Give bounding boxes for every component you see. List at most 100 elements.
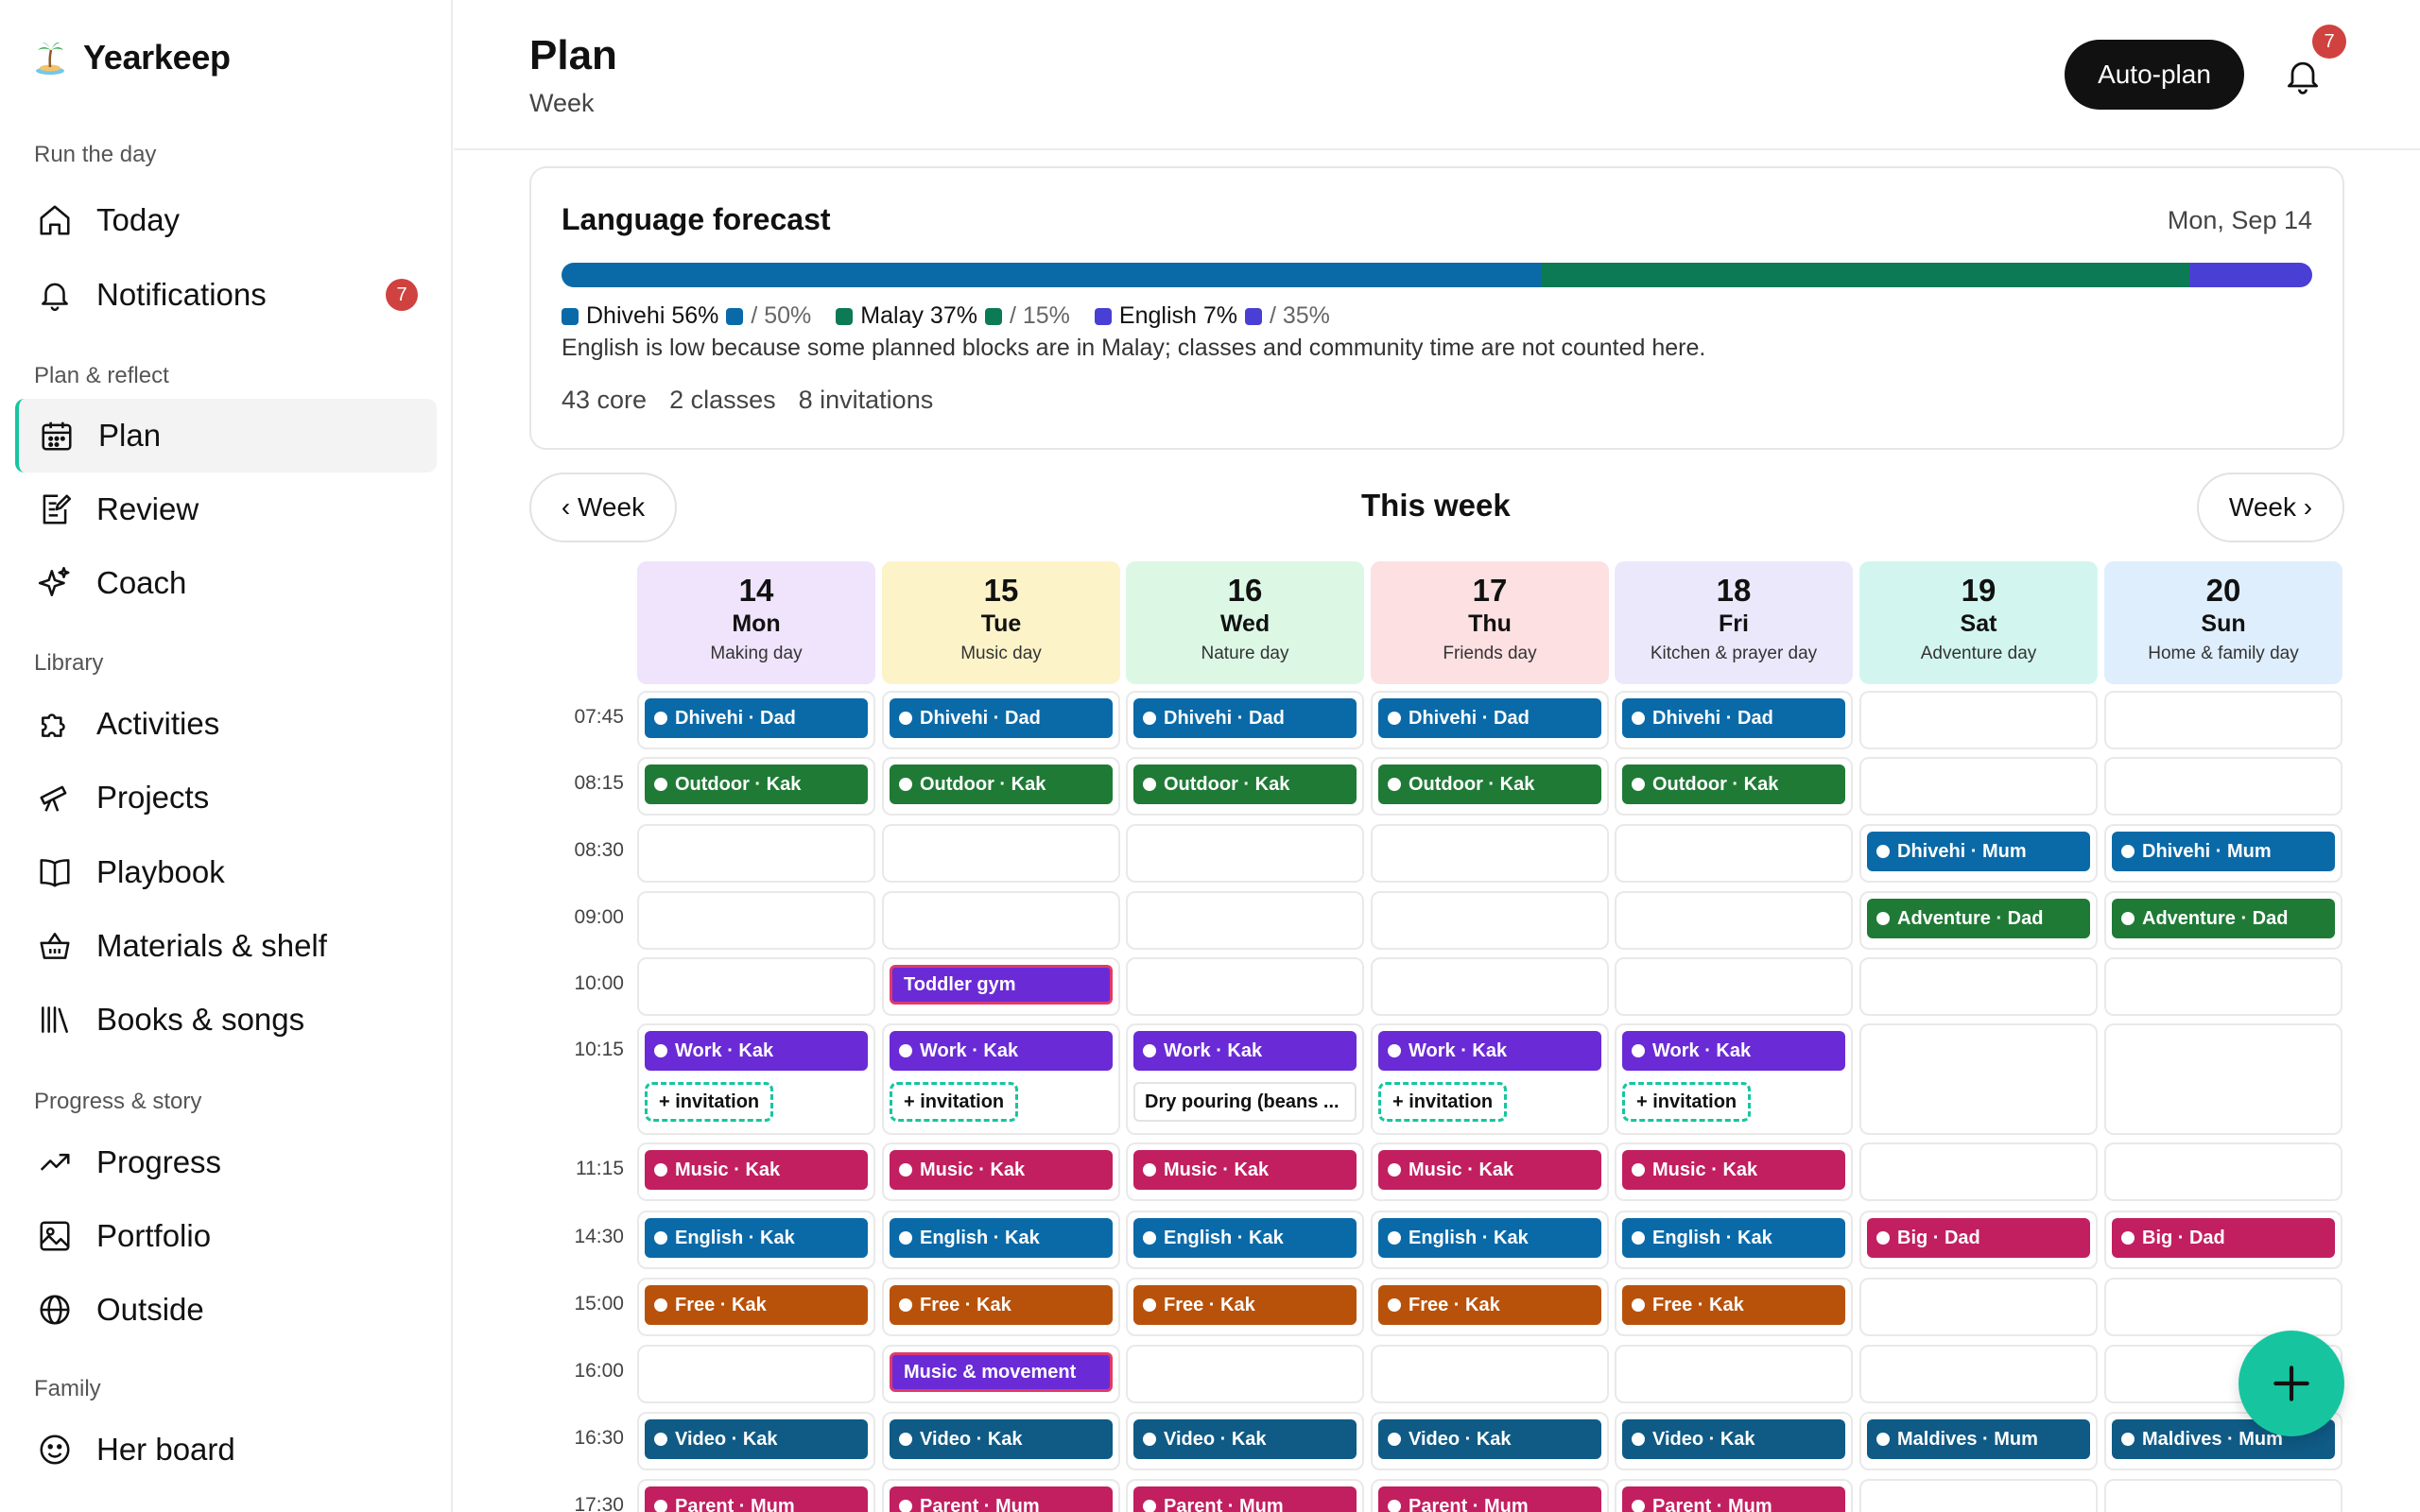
time-slot-cell[interactable] bbox=[1859, 1345, 2098, 1403]
day-header-thu[interactable]: 17 Thu Friends day bbox=[1371, 561, 1609, 684]
time-slot-cell[interactable]: Music · Kak bbox=[1371, 1143, 1609, 1201]
time-slot-cell[interactable]: Work · Kak + invitation bbox=[882, 1023, 1120, 1135]
activity-block[interactable]: Work · Kak bbox=[1622, 1031, 1845, 1071]
activity-block[interactable]: Outdoor · Kak bbox=[1378, 765, 1601, 804]
time-slot-cell[interactable] bbox=[1615, 891, 1853, 950]
add-button[interactable] bbox=[2238, 1331, 2344, 1436]
nav-item-today[interactable]: Today bbox=[15, 183, 437, 257]
time-slot-cell[interactable]: Maldives · Mum bbox=[1859, 1412, 2098, 1470]
day-header-sun[interactable]: 20 Sun Home & family day bbox=[2104, 561, 2342, 684]
nav-item-projects[interactable]: Projects bbox=[15, 761, 437, 834]
time-slot-cell[interactable] bbox=[1859, 691, 2098, 749]
time-slot-cell[interactable] bbox=[2104, 1278, 2342, 1336]
activity-block[interactable]: Work · Kak bbox=[890, 1031, 1113, 1071]
activity-block[interactable]: Video · Kak bbox=[1378, 1419, 1601, 1459]
nav-item-progress[interactable]: Progress bbox=[15, 1125, 437, 1199]
class-block[interactable]: Music & movement bbox=[890, 1352, 1113, 1392]
time-slot-cell[interactable] bbox=[1859, 1479, 2098, 1512]
time-slot-cell[interactable]: Dhivehi · Mum bbox=[2104, 824, 2342, 883]
nav-item-notifications[interactable]: Notifications 7 bbox=[15, 258, 437, 332]
time-slot-cell[interactable] bbox=[1859, 957, 2098, 1016]
class-block[interactable]: Toddler gym bbox=[890, 965, 1113, 1005]
time-slot-cell[interactable] bbox=[637, 1345, 875, 1403]
nav-item-activities[interactable]: Activities bbox=[15, 687, 437, 761]
activity-block[interactable]: Adventure · Dad bbox=[1867, 899, 2090, 938]
time-slot-cell[interactable]: Free · Kak bbox=[1371, 1278, 1609, 1336]
activity-block[interactable]: English · Kak bbox=[1622, 1218, 1845, 1258]
time-slot-cell[interactable]: Dhivehi · Mum bbox=[1859, 824, 2098, 883]
activity-block[interactable]: Work · Kak bbox=[645, 1031, 868, 1071]
time-slot-cell[interactable]: Dhivehi · Dad bbox=[882, 691, 1120, 749]
activity-block[interactable]: Dhivehi · Mum bbox=[1867, 832, 2090, 871]
time-slot-cell[interactable]: Video · Kak bbox=[882, 1412, 1120, 1470]
activity-block[interactable]: Video · Kak bbox=[1133, 1419, 1357, 1459]
nav-item-materials-shelf[interactable]: Materials & shelf bbox=[15, 909, 437, 983]
time-slot-cell[interactable]: Outdoor · Kak bbox=[882, 757, 1120, 816]
time-slot-cell[interactable]: Work · Kak + invitation bbox=[637, 1023, 875, 1135]
time-slot-cell[interactable] bbox=[1371, 891, 1609, 950]
time-slot-cell[interactable] bbox=[1371, 824, 1609, 883]
activity-block[interactable]: Parent · Mum bbox=[890, 1486, 1113, 1512]
time-slot-cell[interactable] bbox=[1859, 1023, 2098, 1135]
activity-block[interactable]: Outdoor · Kak bbox=[890, 765, 1113, 804]
time-slot-cell[interactable]: English · Kak bbox=[1126, 1211, 1364, 1269]
activity-block[interactable]: English · Kak bbox=[645, 1218, 868, 1258]
activity-block[interactable]: English · Kak bbox=[890, 1218, 1113, 1258]
time-slot-cell[interactable]: Free · Kak bbox=[882, 1278, 1120, 1336]
time-slot-cell[interactable]: Parent · Mum bbox=[1126, 1479, 1364, 1512]
time-slot-cell[interactable] bbox=[882, 891, 1120, 950]
time-slot-cell[interactable]: Video · Kak bbox=[1371, 1412, 1609, 1470]
time-slot-cell[interactable]: Dhivehi · Dad bbox=[1615, 691, 1853, 749]
next-week-button[interactable]: Week › bbox=[2197, 472, 2344, 542]
brand[interactable]: Yearkeep bbox=[34, 38, 231, 77]
day-header-fri[interactable]: 18 Fri Kitchen & prayer day bbox=[1615, 561, 1853, 684]
day-header-sat[interactable]: 19 Sat Adventure day bbox=[1859, 561, 2098, 684]
activity-block[interactable]: Dhivehi · Dad bbox=[1133, 698, 1357, 738]
time-slot-cell[interactable]: Video · Kak bbox=[1126, 1412, 1364, 1470]
time-slot-cell[interactable] bbox=[1126, 891, 1364, 950]
activity-block[interactable]: Music · Kak bbox=[1378, 1150, 1601, 1190]
auto-plan-button[interactable]: Auto-plan bbox=[2065, 40, 2244, 110]
activity-block[interactable]: Parent · Mum bbox=[645, 1486, 868, 1512]
time-slot-cell[interactable]: Dhivehi · Dad bbox=[637, 691, 875, 749]
activity-block[interactable]: Outdoor · Kak bbox=[645, 765, 868, 804]
time-slot-cell[interactable]: Big · Dad bbox=[1859, 1211, 2098, 1269]
time-slot-cell[interactable]: Free · Kak bbox=[1615, 1278, 1853, 1336]
activity-block[interactable]: Free · Kak bbox=[1378, 1285, 1601, 1325]
time-slot-cell[interactable]: Music · Kak bbox=[1615, 1143, 1853, 1201]
time-slot-cell[interactable] bbox=[1615, 957, 1853, 1016]
time-slot-cell[interactable]: English · Kak bbox=[1615, 1211, 1853, 1269]
time-slot-cell[interactable] bbox=[1859, 1278, 2098, 1336]
time-slot-cell[interactable] bbox=[2104, 757, 2342, 816]
activity-block[interactable]: Work · Kak bbox=[1133, 1031, 1357, 1071]
time-slot-cell[interactable]: Free · Kak bbox=[1126, 1278, 1364, 1336]
time-slot-cell[interactable] bbox=[637, 824, 875, 883]
activity-block[interactable]: Parent · Mum bbox=[1622, 1486, 1845, 1512]
activity-block[interactable]: Free · Kak bbox=[1133, 1285, 1357, 1325]
nav-item-plan[interactable]: Plan bbox=[15, 399, 437, 472]
activity-block[interactable]: Free · Kak bbox=[1622, 1285, 1845, 1325]
activity-block[interactable]: Music · Kak bbox=[645, 1150, 868, 1190]
nav-item-outside[interactable]: Outside bbox=[15, 1273, 437, 1347]
time-slot-cell[interactable]: Music · Kak bbox=[882, 1143, 1120, 1201]
activity-block[interactable]: Free · Kak bbox=[645, 1285, 868, 1325]
add-invitation-button[interactable]: + invitation bbox=[1622, 1082, 1752, 1122]
activity-note[interactable]: Dry pouring (beans ... bbox=[1133, 1082, 1357, 1122]
time-slot-cell[interactable] bbox=[1859, 1143, 2098, 1201]
time-slot-cell[interactable] bbox=[2104, 1479, 2342, 1512]
time-slot-cell[interactable] bbox=[2104, 957, 2342, 1016]
activity-block[interactable]: Dhivehi · Dad bbox=[890, 698, 1113, 738]
time-slot-cell[interactable] bbox=[1371, 1345, 1609, 1403]
time-slot-cell[interactable] bbox=[637, 891, 875, 950]
time-slot-cell[interactable]: Work · Kak Dry pouring (beans ... bbox=[1126, 1023, 1364, 1135]
time-slot-cell[interactable]: Music & movement bbox=[882, 1345, 1120, 1403]
time-slot-cell[interactable]: English · Kak bbox=[1371, 1211, 1609, 1269]
add-invitation-button[interactable]: + invitation bbox=[890, 1082, 1019, 1122]
activity-block[interactable]: Maldives · Mum bbox=[1867, 1419, 2090, 1459]
activity-block[interactable]: Big · Dad bbox=[2112, 1218, 2335, 1258]
time-slot-cell[interactable]: Video · Kak bbox=[1615, 1412, 1853, 1470]
nav-item-her-board[interactable]: Her board bbox=[15, 1413, 437, 1486]
time-slot-cell[interactable]: Music · Kak bbox=[637, 1143, 875, 1201]
day-header-wed[interactable]: 16 Wed Nature day bbox=[1126, 561, 1364, 684]
time-slot-cell[interactable]: English · Kak bbox=[637, 1211, 875, 1269]
